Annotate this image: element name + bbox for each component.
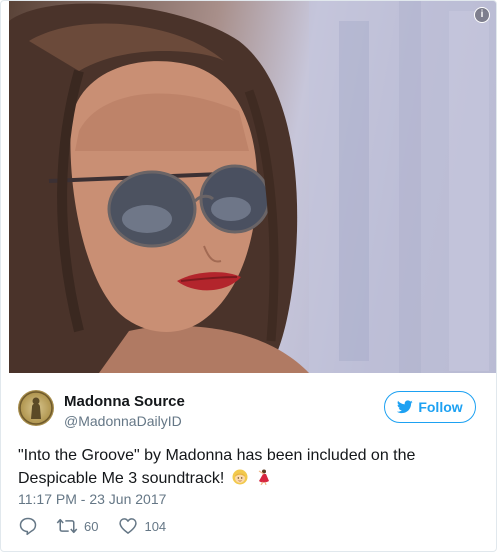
user-handle[interactable]: @MadonnaDailyID — [64, 413, 182, 429]
reply-icon — [19, 517, 37, 536]
follow-button-label: Follow — [418, 399, 463, 415]
bird-icon — [397, 400, 414, 414]
reply-button[interactable] — [18, 516, 38, 536]
follow-button[interactable]: Follow — [384, 391, 476, 423]
retweet-icon — [56, 518, 78, 534]
like-button[interactable]: 104 — [118, 516, 166, 536]
user-display-name[interactable]: Madonna Source — [64, 393, 185, 410]
photo-illustration — [9, 1, 496, 373]
tweet-text-body: "Into the Groove" by Madonna has been in… — [18, 447, 416, 487]
tweet-actions: 60 104 — [18, 515, 166, 537]
avatar-medallion-icon[interactable] — [18, 390, 54, 426]
info-icon[interactable]: i — [474, 7, 490, 23]
retweet-button[interactable]: 60 — [56, 516, 98, 536]
retweet-count: 60 — [84, 518, 99, 534]
dancer-emoji — [258, 469, 270, 485]
blonde-woman-emoji — [232, 469, 248, 485]
tweet-text: "Into the Groove" by Madonna has been in… — [18, 444, 458, 490]
like-count: 104 — [144, 518, 167, 534]
tweet-card: i Madonna Source @MadonnaDailyID Follow … — [0, 0, 497, 552]
tweet-media-image[interactable]: i — [9, 1, 496, 373]
tweet-timestamp[interactable]: 11:17 PM - 23 Jun 2017 — [18, 491, 166, 507]
tweet-header: Madonna Source @MadonnaDailyID Follow — [18, 386, 476, 434]
heart-icon — [119, 518, 138, 534]
